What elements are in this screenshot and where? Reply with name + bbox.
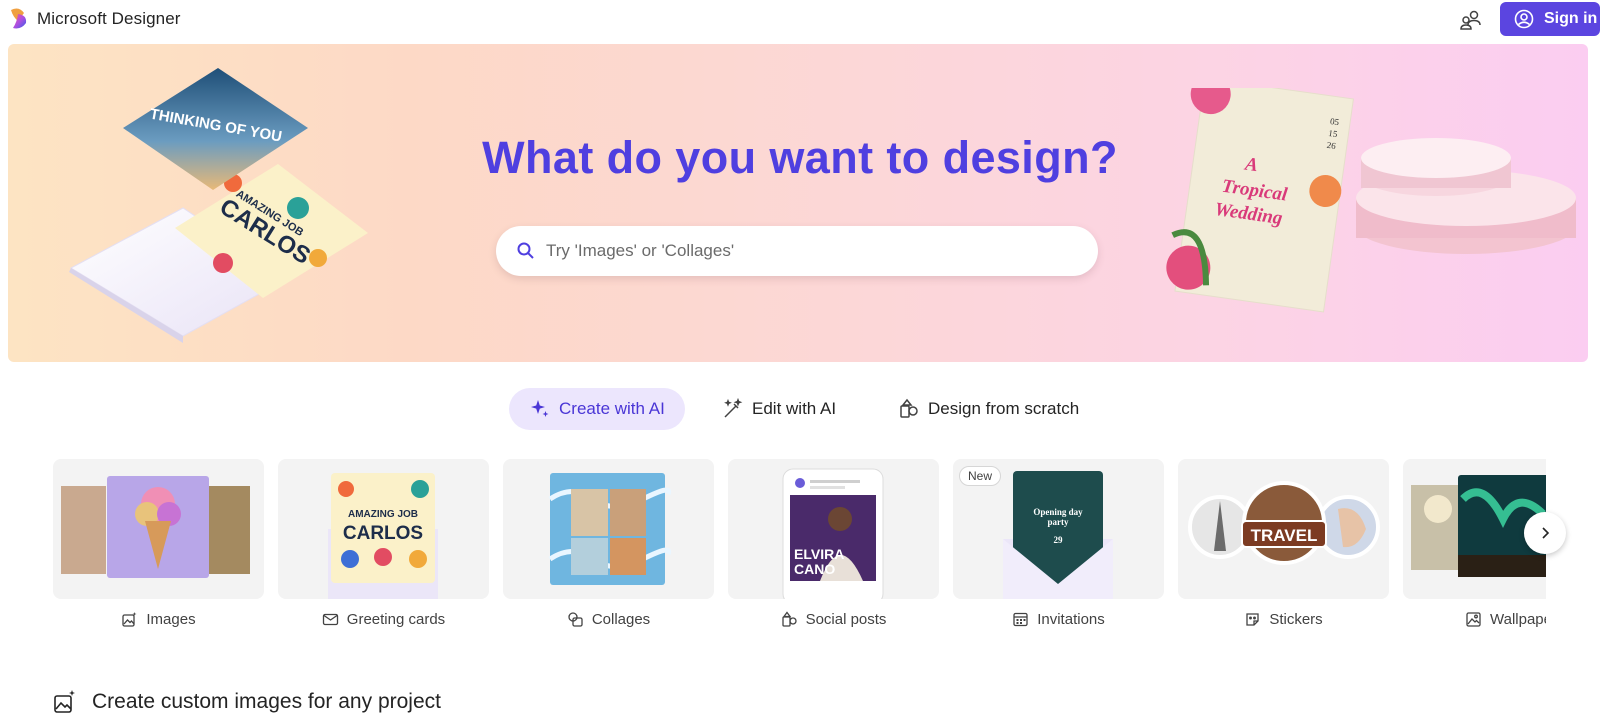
card-label: Stickers [1178,611,1389,628]
category-label: Collages [591,611,651,628]
sticker-icon [1246,613,1259,626]
category-card-images[interactable]: Images [53,459,264,628]
card-thumbnail: AMAZING JOB CARLOS [278,459,489,599]
invite-title-1: A [1243,154,1259,177]
social-line-1: ELVIRA [794,546,844,562]
tab-create-with-ai[interactable]: Create with AI [509,388,685,430]
card-thumbnail: TRAVEL [1178,459,1389,599]
category-label: Invitations [1037,611,1105,628]
category-card-stickers[interactable]: TRAVEL Stickers [1178,459,1389,628]
social-post-icon [781,611,797,627]
image-sparkle-icon [54,690,75,713]
tab-label: Design from scratch [928,399,1080,418]
sign-in-button[interactable]: Sign in [1500,2,1600,36]
social-thumbnail-art: ELVIRA CANO [782,468,884,599]
designer-logo-icon [11,8,27,29]
invite-thumb-line-1: Opening day [1033,507,1083,517]
app-name: Microsoft Designer [37,9,181,28]
image-sparkle-icon [122,612,137,627]
chevron-right-icon [1542,527,1550,539]
category-label: Wallpape [1490,611,1546,628]
tab-label: Edit with AI [752,399,837,418]
stickers-thumbnail-art: TRAVEL [1188,481,1380,565]
magic-wand-icon [724,398,743,418]
category-label: Social posts [805,611,887,628]
calendar-icon [1013,612,1028,627]
wedding-invite-illustration: A Tropical Wedding 05 15 26 [1166,88,1576,313]
sparkle-icon [531,400,549,417]
category-label: Greeting cards [346,611,446,628]
invite-thumb-line-2: party [1048,517,1069,527]
search-icon [517,242,534,259]
category-card-greeting-cards[interactable]: AMAZING JOB CARLOS Greeting cards [278,459,489,628]
card-thumbnail: Opening day party 29 New [953,459,1164,599]
people-share-icon[interactable] [1458,8,1484,34]
section-title: Create custom images for any project [92,690,441,713]
person-icon [1514,9,1534,29]
greeting-thumbnail-art: AMAZING JOB CARLOS [328,473,438,599]
new-badge: New [959,466,1002,486]
category-card-collages[interactable]: Collages [503,459,714,628]
mail-icon [322,613,338,626]
wallpaper-icon [1466,612,1481,627]
collages-thumbnail-art [548,473,672,585]
card-label: Collages [503,611,714,628]
tab-label: Create with AI [559,399,665,418]
social-line-2: CANO [794,561,835,577]
category-card-social-posts[interactable]: ELVIRA CANO Social posts [728,459,939,628]
mode-tabs: Create with AI Edit with AI Design from … [0,388,1600,432]
card-label: Images [53,611,264,628]
brand[interactable]: Microsoft Designer [9,7,181,31]
greeting-line-2: CARLOS [343,523,423,544]
card-thumbnail: ELVIRA CANO [728,459,939,599]
card-label: Social posts [728,611,939,628]
tab-design-from-scratch[interactable]: Design from scratch [898,388,1079,430]
sticker-text: TRAVEL [1251,526,1318,545]
category-card-invitations[interactable]: Opening day party 29 New Invitations [953,459,1164,628]
category-label: Images [146,611,196,628]
sign-in-label: Sign in [1544,10,1598,27]
tab-edit-with-ai[interactable]: Edit with AI [722,388,836,430]
card-thumbnail [503,459,714,599]
shapes-icon [900,398,918,418]
collage-icon [568,612,583,627]
category-carousel: Images AMAZING JOB CARLOS Greeting cards [53,459,1546,649]
category-label: Stickers [1269,611,1323,628]
greeting-line-1: AMAZING JOB [348,509,418,520]
card-label: Invitations [953,611,1164,628]
top-bar: Microsoft Designer Sign in [0,0,1600,42]
card-thumbnail [53,459,264,599]
card-label: Wallpape [1403,611,1546,628]
carousel-next-button[interactable] [1524,512,1566,554]
search-input[interactable] [546,241,1066,261]
images-thumbnail-art [61,476,250,578]
search-bar[interactable] [496,226,1098,276]
postcard-illustration: AMAZING JOB CARLOS THINKING OF YOU [69,68,368,343]
section-heading: Create custom images for any project [52,689,441,715]
card-label: Greeting cards [278,611,489,628]
invite-thumb-day: 29 [1054,535,1064,545]
hero-banner: AMAZING JOB CARLOS THINKING OF YOU What … [8,44,1588,362]
